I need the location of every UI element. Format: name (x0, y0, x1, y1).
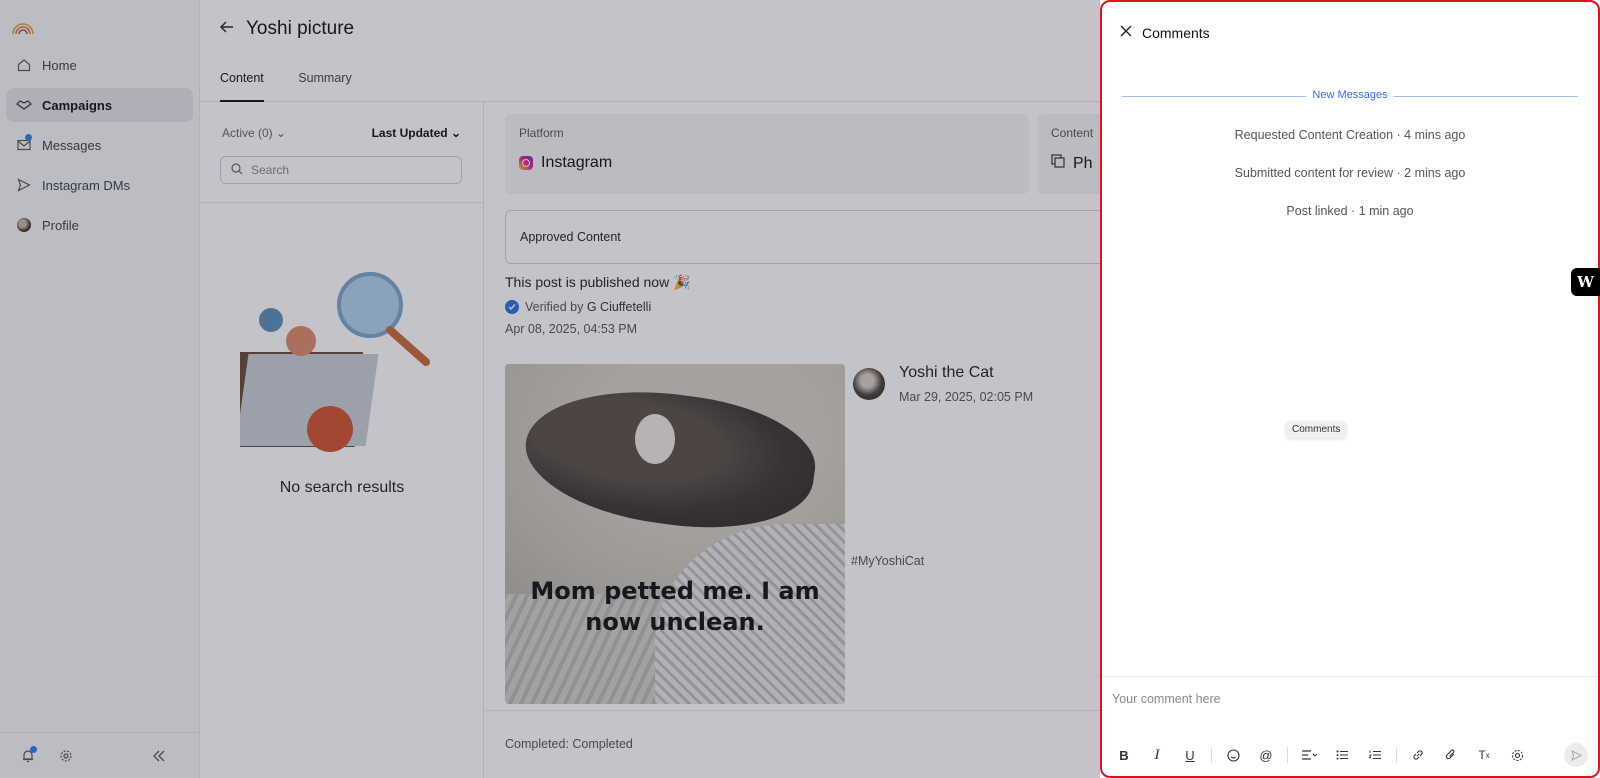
link-icon[interactable] (1406, 743, 1430, 767)
activity-item: Submitted content for review · 2 mins ag… (1234, 166, 1466, 180)
close-icon[interactable] (1120, 24, 1132, 42)
attachment-icon[interactable] (1439, 743, 1463, 767)
toolbar-divider (1287, 747, 1288, 763)
bold-icon[interactable]: B (1112, 743, 1136, 767)
activity-item: Requested Content Creation · 4 mins ago (1234, 128, 1466, 142)
numbered-list-icon[interactable] (1363, 743, 1387, 767)
comments-panel: Comments New Messages Requested Content … (1100, 0, 1600, 778)
modal-backdrop[interactable] (0, 0, 1100, 778)
widget-badge[interactable]: W (1571, 268, 1600, 296)
new-messages-label: New Messages (1306, 89, 1394, 101)
bullet-list-icon[interactable] (1330, 743, 1354, 767)
tooltip: Comments (1286, 421, 1347, 438)
new-messages-divider: New Messages (1122, 89, 1578, 101)
comments-title: Comments (1142, 25, 1210, 41)
align-icon[interactable] (1297, 743, 1321, 767)
italic-icon[interactable]: I (1145, 743, 1169, 767)
toolbar-divider (1211, 747, 1212, 763)
comment-input[interactable] (1112, 687, 1588, 711)
activity-item: Post linked · 1 min ago (1286, 204, 1414, 218)
mention-icon[interactable]: @ (1254, 743, 1278, 767)
toolbar-divider (1396, 747, 1397, 763)
clear-format-icon[interactable]: Tx (1472, 743, 1496, 767)
comment-composer: B I U @ Tx (1102, 676, 1598, 776)
settings-icon[interactable] (1505, 743, 1529, 767)
underline-icon[interactable]: U (1178, 743, 1202, 767)
send-button[interactable] (1564, 743, 1588, 767)
comments-header: Comments (1120, 24, 1210, 42)
formatting-toolbar: B I U @ Tx (1112, 743, 1588, 767)
emoji-icon[interactable] (1221, 743, 1245, 767)
